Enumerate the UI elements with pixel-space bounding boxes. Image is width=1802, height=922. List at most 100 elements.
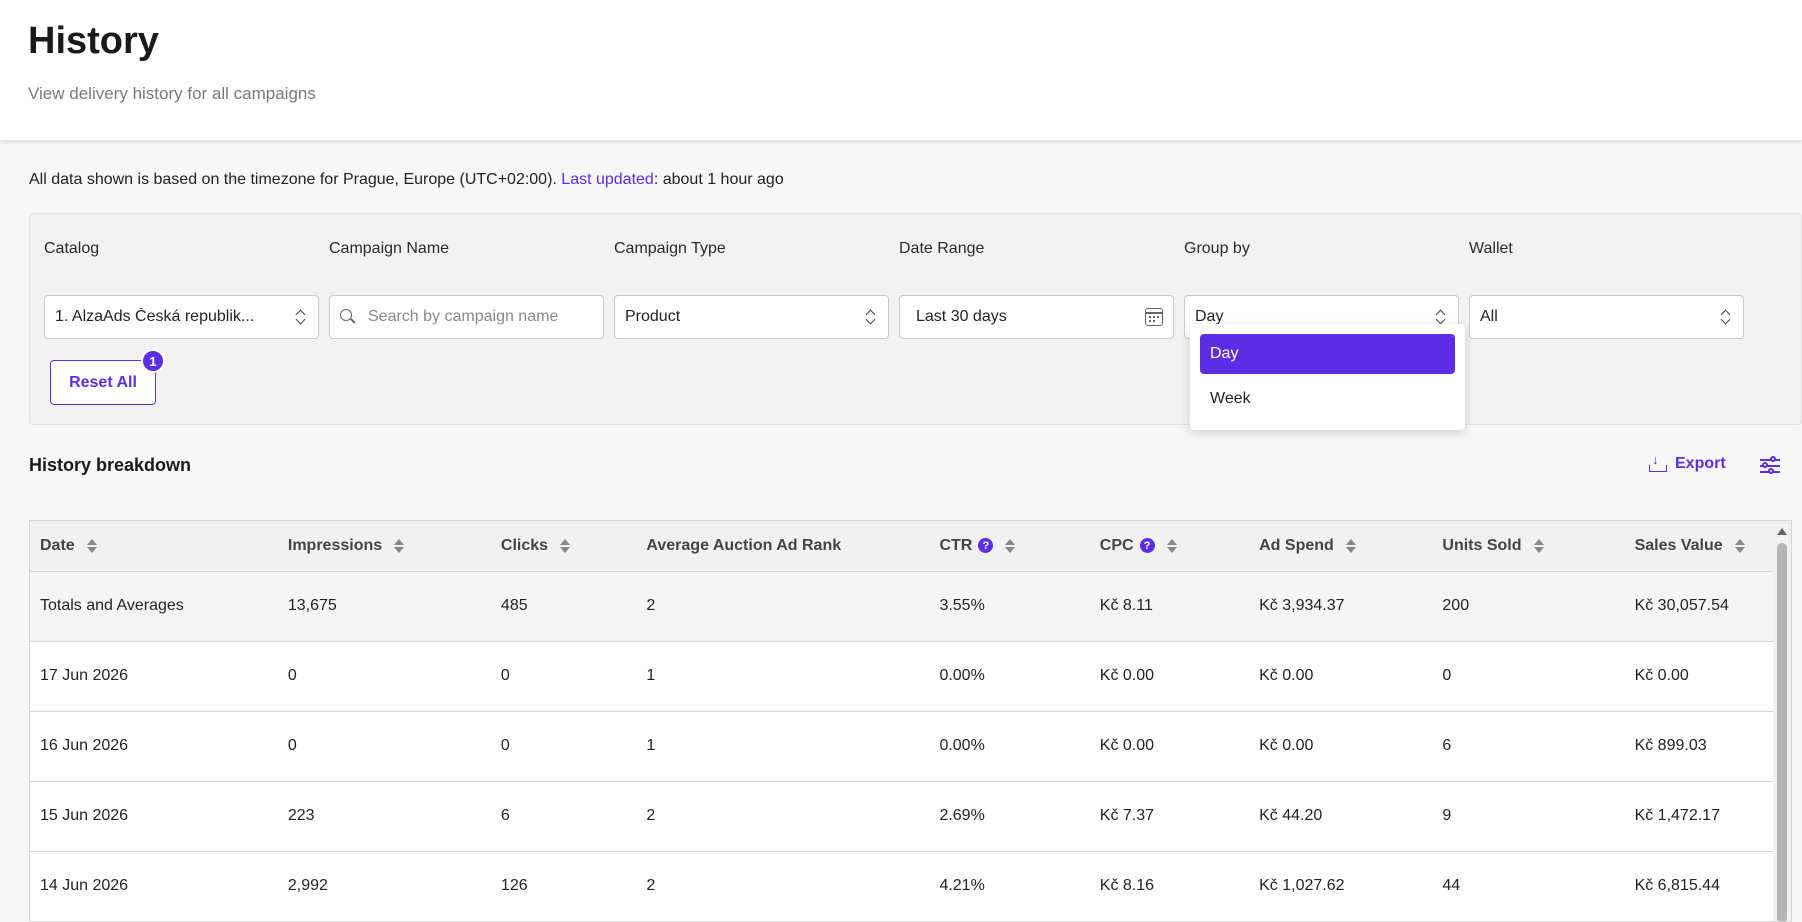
wallet-select[interactable]: All xyxy=(1469,295,1744,339)
column-settings-icon[interactable] xyxy=(1760,456,1780,475)
help-icon[interactable]: ? xyxy=(978,538,994,554)
table-cell: Kč 3,934.37 xyxy=(1249,571,1433,642)
sort-icon[interactable] xyxy=(560,538,571,554)
column-header-clicks[interactable]: Clicks xyxy=(490,521,637,572)
page-title: History xyxy=(28,20,159,62)
column-header-sales-value[interactable]: Sales Value xyxy=(1624,521,1773,572)
table-cell: Kč 0.00 xyxy=(1249,641,1433,712)
table-cell: 2,992 xyxy=(277,851,491,921)
table-cell: Kč 0.00 xyxy=(1089,641,1250,712)
column-header-cpc[interactable]: CPC? xyxy=(1089,521,1250,572)
column-header-average-auction-ad-rank: Average Auction Ad Rank xyxy=(636,521,930,572)
sort-icon[interactable] xyxy=(1734,538,1745,554)
catalog-select[interactable]: 1. AlzaAds Česká republik... xyxy=(44,295,319,339)
sort-icon[interactable] xyxy=(1166,538,1177,554)
group-by-dropdown-menu: Day Week xyxy=(1190,324,1465,430)
sort-icon[interactable] xyxy=(1345,538,1356,554)
table-cell: Kč 0.00 xyxy=(1249,711,1433,782)
reset-all-button[interactable]: Reset All 1 xyxy=(50,349,165,405)
date-range-filter: Date Range Last 30 days xyxy=(899,240,1174,339)
scrollbar-thumb[interactable] xyxy=(1777,543,1787,921)
table-cell: 0 xyxy=(1432,641,1625,712)
wallet-filter: Wallet All xyxy=(1469,240,1744,339)
history-table-container: Date Impressions Clicks Average Auction … xyxy=(29,520,1792,922)
table-cell: 200 xyxy=(1432,571,1625,642)
table-cell: 223 xyxy=(277,781,491,852)
page-header: History View delivery history for all ca… xyxy=(0,0,1802,140)
campaign-name-search-input[interactable]: Search by campaign name xyxy=(329,295,604,339)
table-cell: 2.69% xyxy=(929,781,1090,852)
table-cell: 0 xyxy=(277,711,491,782)
catalog-filter: Catalog 1. AlzaAds Česká republik... xyxy=(44,240,319,339)
table-cell: 2 xyxy=(636,851,930,921)
search-icon xyxy=(340,309,356,325)
table-header-row: Date Impressions Clicks Average Auction … xyxy=(30,521,1773,572)
table-cell: 1 xyxy=(636,641,930,712)
table-cell: Kč 0.00 xyxy=(1624,641,1773,712)
export-label: Export xyxy=(1675,455,1726,472)
timezone-text: All data shown is based on the timezone … xyxy=(29,171,562,188)
date-range-value: Last 30 days xyxy=(916,308,1007,325)
campaign-name-filter: Campaign Name Search by campaign name xyxy=(329,240,604,339)
table-cell: 3.55% xyxy=(929,571,1090,642)
table-cell: 0 xyxy=(277,641,491,712)
column-header-units-sold[interactable]: Units Sold xyxy=(1432,521,1625,572)
column-header-impressions[interactable]: Impressions xyxy=(277,521,491,572)
export-button[interactable]: Export xyxy=(1649,452,1726,473)
table-cell: 16 Jun 2026 xyxy=(30,711,278,782)
sort-icon[interactable] xyxy=(1005,538,1016,554)
date-range-picker[interactable]: Last 30 days xyxy=(899,295,1174,339)
filters-panel: Catalog 1. AlzaAds Česká republik... Cam… xyxy=(29,213,1802,425)
active-filter-count-badge: 1 xyxy=(141,349,165,373)
help-icon[interactable]: ? xyxy=(1139,538,1155,554)
table-cell: 44 xyxy=(1432,851,1625,921)
download-icon xyxy=(1649,452,1667,472)
table-cell: Kč 7.37 xyxy=(1089,781,1250,852)
table-cell: 0 xyxy=(490,641,637,712)
scroll-up-icon[interactable] xyxy=(1777,528,1787,535)
chevron-up-down-icon xyxy=(294,308,308,326)
campaign-name-placeholder: Search by campaign name xyxy=(368,308,559,325)
table-cell: Totals and Averages xyxy=(30,571,278,642)
table-cell: Kč 6,815.44 xyxy=(1624,851,1773,921)
table-cell: Kč 8.16 xyxy=(1089,851,1250,921)
sort-icon[interactable] xyxy=(394,538,405,554)
last-updated-link[interactable]: Last updated xyxy=(561,171,654,188)
table-cell: 6 xyxy=(1432,711,1625,782)
group-by-option-day[interactable]: Day xyxy=(1200,334,1455,374)
reset-all-label: Reset All xyxy=(69,373,137,391)
table-cell: 126 xyxy=(490,851,637,921)
campaign-type-value: Product xyxy=(625,308,681,325)
table-cell: Kč 899.03 xyxy=(1624,711,1773,782)
catalog-label: Catalog xyxy=(44,240,100,257)
table-scrollbar[interactable] xyxy=(1773,521,1791,921)
column-header-date[interactable]: Date xyxy=(30,521,278,572)
table-cell: 6 xyxy=(490,781,637,852)
table-cell: 0.00% xyxy=(929,641,1090,712)
table-row: 15 Jun 2026 223 6 2 2.69% Kč 7.37 Kč 44.20 9 Kč … xyxy=(30,781,1773,852)
sort-icon[interactable] xyxy=(1533,538,1544,554)
page-subtitle: View delivery history for all campaigns xyxy=(28,84,316,103)
table-cell: Kč 8.11 xyxy=(1089,571,1250,642)
campaign-type-label: Campaign Type xyxy=(614,240,726,257)
group-by-label: Group by xyxy=(1184,240,1250,257)
table-cell: Kč 1,472.17 xyxy=(1624,781,1773,852)
wallet-label: Wallet xyxy=(1469,240,1513,257)
sort-icon[interactable] xyxy=(86,538,97,554)
column-header-ad-spend[interactable]: Ad Spend xyxy=(1249,521,1433,572)
history-table: Date Impressions Clicks Average Auction … xyxy=(30,521,1773,921)
column-header-ctr[interactable]: CTR? xyxy=(929,521,1090,572)
table-row: 16 Jun 2026 0 0 1 0.00% Kč 0.00 Kč 0.00 6 Kč 899… xyxy=(30,711,1773,782)
table-row: 14 Jun 2026 2,992 126 2 4.21% Kč 8.16 Kč 1,027… xyxy=(30,851,1773,921)
table-cell: 0 xyxy=(490,711,637,782)
campaign-type-select[interactable]: Product xyxy=(614,295,889,339)
group-by-option-week[interactable]: Week xyxy=(1200,379,1455,419)
group-by-filter: Group by Day xyxy=(1184,240,1459,339)
table-cell: 2 xyxy=(636,781,930,852)
date-range-label: Date Range xyxy=(899,240,985,257)
table-row: 17 Jun 2026 0 0 1 0.00% Kč 0.00 Kč 0.00 0 Kč 0.0… xyxy=(30,641,1773,712)
wallet-value: All xyxy=(1480,308,1498,325)
table-cell: Kč 44.20 xyxy=(1249,781,1433,852)
history-breakdown-title: History breakdown xyxy=(29,455,192,475)
campaign-name-label: Campaign Name xyxy=(329,240,450,257)
